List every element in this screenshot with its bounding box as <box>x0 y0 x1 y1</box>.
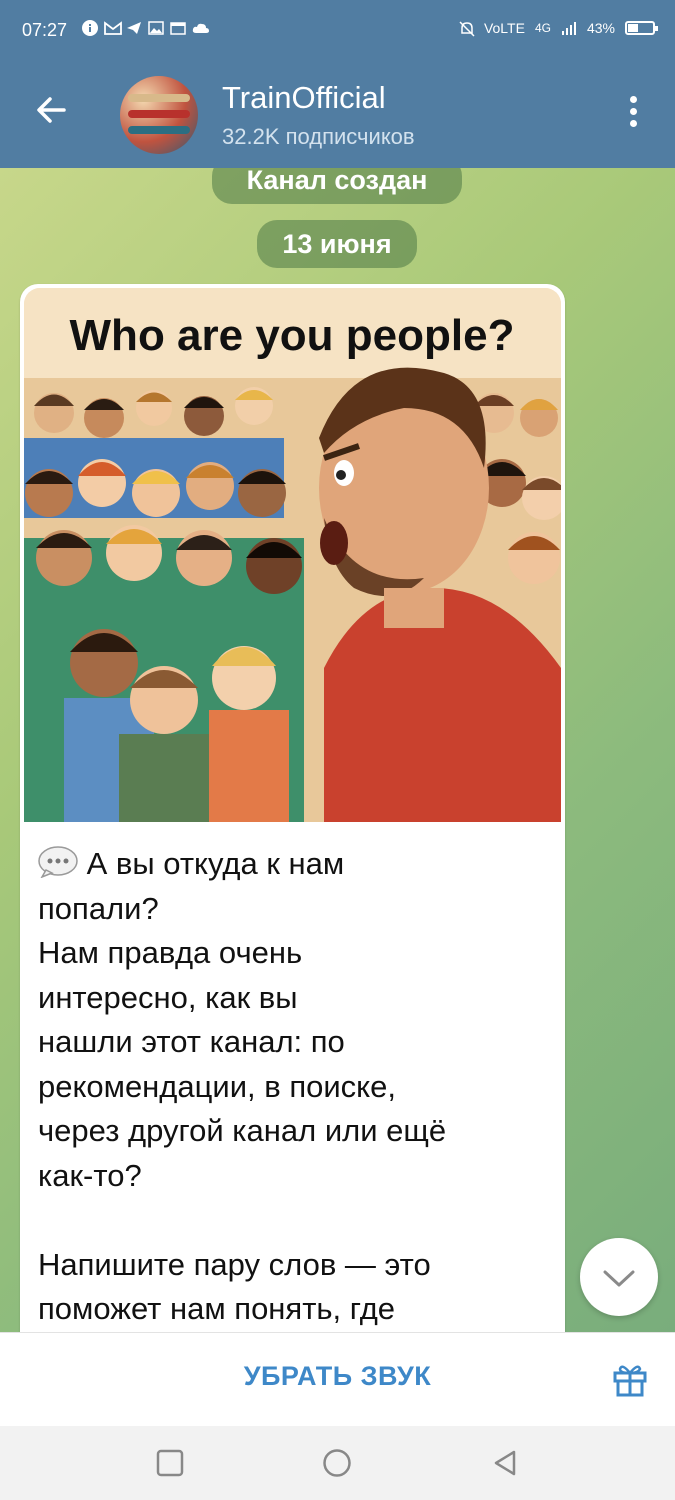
post-line: интересно, как вы <box>38 979 298 1015</box>
image-caption: Who are you people? <box>70 311 515 360</box>
status-bar: 07:27 VoLTE 4G 43% <box>0 0 675 60</box>
status-time: 07:27 <box>22 20 68 40</box>
channel-post[interactable]: Who are you people? А вы откуда к нам по… <box>20 284 565 1332</box>
post-line: Нам правда очень <box>38 935 303 970</box>
bottom-action-bar: УБРАТЬ ЗВУК <box>0 1332 675 1427</box>
gift-button[interactable] <box>610 1359 650 1399</box>
cloud-icon <box>192 20 209 36</box>
gallery-icon <box>148 20 164 36</box>
mute-button[interactable]: УБРАТЬ ЗВУК <box>220 1361 455 1392</box>
battery-percent: 43% <box>586 20 615 36</box>
chevron-down-icon <box>603 1270 635 1287</box>
post-line: через другой канал или ещё <box>38 1113 447 1148</box>
notification-icons <box>82 20 209 36</box>
post-line-text: А вы откуда к нам <box>86 846 345 881</box>
channel-header: TrainOfficial 32.2K подписчиков <box>0 60 675 168</box>
battery-icon <box>625 21 658 35</box>
info-icon <box>82 20 98 36</box>
dot-icon <box>629 120 637 127</box>
calendar-icon <box>170 20 186 36</box>
post-image[interactable]: Who are you people? <box>24 288 561 822</box>
chat-area[interactable]: Канал создан 13 июня Who are you people? <box>0 168 675 1332</box>
post-line: рекомендации, в поиске, <box>38 1068 396 1104</box>
channel-title[interactable]: TrainOfficial <box>222 80 386 116</box>
service-message-created: Канал создан <box>212 168 462 204</box>
post-line: Напишите пару слов — это <box>38 1246 431 1282</box>
recents-button[interactable] <box>155 1448 185 1478</box>
battery-fill <box>628 24 638 32</box>
post-line: как-то? <box>38 1157 142 1193</box>
more-menu-button[interactable] <box>621 96 645 136</box>
mute-bell-icon <box>458 20 475 37</box>
square-icon <box>156 1449 184 1477</box>
avatar-train-stripe <box>128 94 190 102</box>
post-line <box>38 1198 548 1243</box>
date-pill: 13 июня <box>257 220 417 268</box>
dot-icon <box>629 108 637 115</box>
circle-icon <box>323 1449 351 1477</box>
signal-label: 4G <box>534 21 551 35</box>
post-line: А вы откуда к нам <box>38 842 548 887</box>
network-label: VoLTE <box>483 20 525 36</box>
telegram-icon <box>126 20 142 36</box>
avatar-train-stripe <box>128 126 190 134</box>
triangle-back-icon <box>494 1450 516 1476</box>
system-navigation-bar <box>0 1426 675 1500</box>
gmail-icon <box>104 20 122 36</box>
speech-bubble-icon <box>38 846 78 879</box>
back-nav-button[interactable] <box>490 1448 520 1478</box>
post-line: поможет нам понять, где <box>38 1291 396 1326</box>
gift-icon <box>613 1365 647 1397</box>
subscriber-count: 32.2K подписчиков <box>222 124 415 149</box>
post-line: нашли этот канал: по <box>38 1024 345 1059</box>
back-button[interactable] <box>30 88 74 132</box>
scroll-down-button[interactable] <box>580 1238 658 1316</box>
dot-icon <box>629 96 637 103</box>
signal-icon <box>561 20 577 36</box>
channel-avatar[interactable] <box>120 76 198 154</box>
arrow-left-icon <box>37 97 66 123</box>
post-line: попали? <box>38 890 159 926</box>
post-text: А вы откуда к нам попали? Нам правда оче… <box>38 842 548 1332</box>
home-button[interactable] <box>322 1448 352 1478</box>
avatar-train-stripe <box>128 110 190 118</box>
